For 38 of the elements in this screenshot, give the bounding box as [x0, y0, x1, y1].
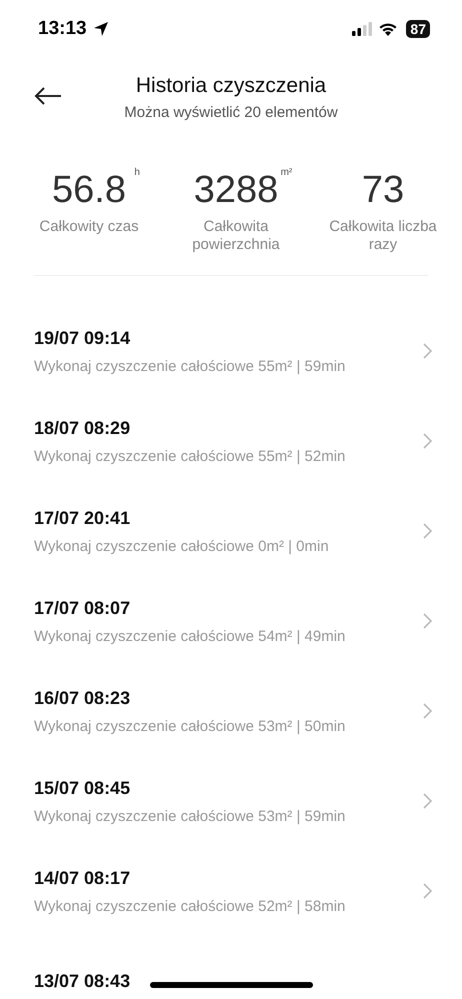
record-summary: Wykonaj czyszczenie całościowe 55m² | 59min [34, 358, 346, 374]
record-summary: Wykonaj czyszczenie całościowe 53m² | 59min [34, 808, 346, 824]
status-time: 13:13 [38, 18, 87, 40]
stat-unit: m² [280, 167, 292, 178]
page-title: Historia czyszczenia [134, 74, 328, 98]
record-date[interactable]: 17/07 20:41 [34, 508, 423, 528]
chevron-right-icon[interactable] [423, 703, 432, 719]
stat-label: Całkowity czas [39, 218, 139, 236]
stat-label: Całkowita liczba razy [328, 218, 438, 254]
stat-unit: h [134, 167, 140, 178]
record-summary: Wykonaj czyszczenie całościowe 54m² | 49min [34, 628, 346, 644]
page-subtitle: Można wyświetlić 20 elementów [124, 104, 338, 121]
wifi-icon [378, 22, 398, 36]
record-date[interactable]: 14/07 08:17 [34, 868, 423, 888]
record-date[interactable]: 13/07 08:43 [34, 970, 428, 992]
record-date[interactable]: 18/07 08:29 [34, 418, 423, 438]
chevron-right-icon[interactable] [423, 883, 432, 899]
stat-value: 56.8 [52, 169, 126, 211]
chevron-right-icon[interactable] [423, 343, 432, 359]
chevron-right-icon[interactable] [423, 613, 432, 629]
record-summary: Wykonaj czyszczenie całościowe 0m² | 0min [34, 538, 330, 554]
chevron-right-icon[interactable] [423, 523, 432, 539]
record-summary: Wykonaj czyszczenie całościowe 53m² | 50min [34, 718, 346, 734]
record-date[interactable]: 17/07 08:07 [34, 598, 423, 618]
chevron-right-icon[interactable] [423, 793, 432, 809]
record-date[interactable]: 16/07 08:23 [34, 688, 423, 708]
record-summary: Wykonaj czyszczenie całościowe 55m² | 52min [34, 448, 346, 464]
record-summary: Wykonaj czyszczenie całościowe 52m² | 58min [34, 898, 346, 914]
back-arrow-icon[interactable] [34, 86, 62, 106]
stat-label: Całkowita powierzchnia [191, 218, 281, 254]
stat-value: 3288 [194, 169, 278, 211]
stat-value: 73 [362, 169, 404, 211]
location-arrow-icon [92, 21, 109, 37]
record-date[interactable]: 15/07 08:45 [34, 778, 423, 798]
chevron-right-icon[interactable] [423, 433, 432, 449]
signal-icon [352, 22, 372, 36]
record-date[interactable]: 19/07 09:14 [34, 328, 423, 348]
battery-indicator: 87 [406, 20, 430, 38]
